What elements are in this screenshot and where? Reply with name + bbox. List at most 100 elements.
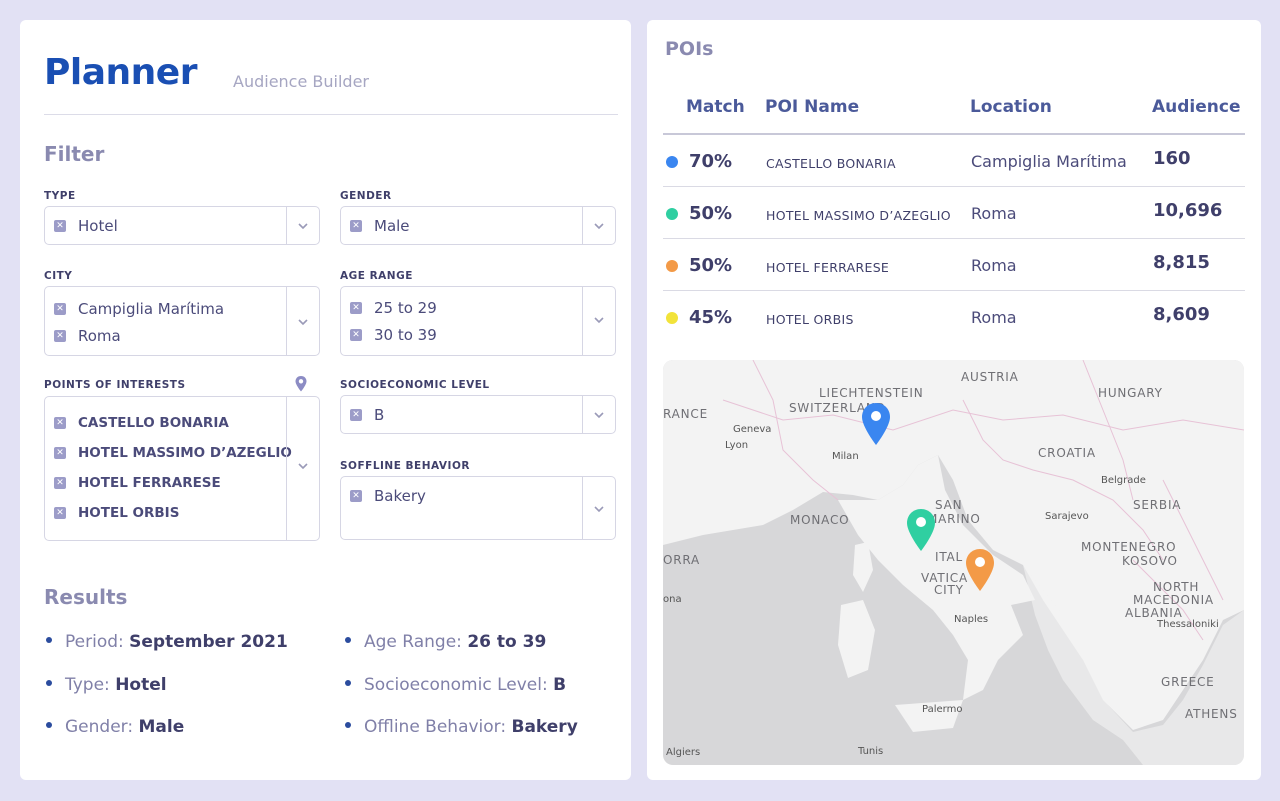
column-header-match[interactable]: Match — [686, 97, 745, 117]
match-dot — [666, 156, 678, 168]
remove-icon[interactable]: ✕ — [54, 477, 66, 489]
remove-icon[interactable]: ✕ — [350, 490, 362, 502]
socioeconomic-select[interactable]: ✕ B — [340, 395, 616, 434]
city-label: Sarajevo — [1045, 511, 1089, 522]
remove-icon[interactable]: ✕ — [54, 330, 66, 342]
poi-chip: ✕ HOTEL FERRARESE — [54, 475, 221, 491]
age-range-select[interactable]: ✕ 25 to 29 ✕ 30 to 39 — [340, 286, 616, 356]
location-pin-icon[interactable] — [294, 375, 308, 393]
city-label: Tunis — [858, 746, 884, 757]
city-chip: ✕ Roma — [54, 327, 121, 345]
map-label: ALBANIA — [1125, 606, 1183, 620]
column-header-location[interactable]: Location — [970, 97, 1052, 117]
offline-behavior-label: SOFFLINE BEHAVIOR — [340, 460, 470, 472]
offline-chip: ✕ Bakery — [350, 487, 426, 505]
header-divider — [44, 114, 618, 115]
city-chip: ✕ Campiglia Marítima — [54, 300, 224, 318]
pois-title: POIs — [665, 38, 714, 60]
map-label: ITAL — [935, 550, 964, 564]
age-range-label: AGE RANGE — [340, 270, 413, 282]
type-label: TYPE — [44, 190, 76, 202]
match-dot — [666, 208, 678, 220]
poi-chip: ✕ CASTELLO BONARIA — [54, 415, 229, 431]
socioeconomic-label: SOCIOECONOMIC LEVEL — [340, 379, 490, 391]
brand-subtitle: Audience Builder — [233, 72, 369, 91]
map-label: MONACO — [790, 513, 850, 527]
remove-icon[interactable]: ✕ — [54, 303, 66, 315]
map-label: AUSTRIA — [961, 370, 1019, 384]
result-period: Period: September 2021 — [46, 632, 288, 652]
match-dot — [666, 312, 678, 324]
chevron-down-icon[interactable] — [297, 316, 309, 328]
poi-label: POINTS OF INTERESTS — [44, 379, 186, 391]
map-label: CROATIA — [1038, 446, 1096, 460]
map-label: RANCE — [663, 407, 708, 421]
map-label: GREECE — [1161, 675, 1215, 689]
city-label: Milan — [832, 451, 859, 462]
map-label: CITY — [934, 583, 964, 597]
city-label: Algiers — [666, 747, 701, 758]
planner-panel: Planner Audience Builder Filter TYPE ✕ H… — [20, 20, 631, 780]
chevron-down-icon[interactable] — [297, 460, 309, 472]
remove-icon[interactable]: ✕ — [54, 417, 66, 429]
gender-chip: ✕ Male — [350, 217, 410, 235]
remove-icon[interactable]: ✕ — [54, 220, 66, 232]
city-label: CITY — [44, 270, 73, 282]
filter-title: Filter — [44, 142, 105, 166]
chevron-down-icon[interactable] — [297, 220, 309, 232]
pois-panel: POIs Match POI Name Location Audience 70… — [647, 20, 1261, 780]
chevron-down-icon[interactable] — [593, 220, 605, 232]
type-chip: ✕ Hotel — [54, 217, 118, 235]
remove-icon[interactable]: ✕ — [350, 302, 362, 314]
poi-map[interactable]: LIECHTENSTEIN AUSTRIA HUNGARY SWITZERLAN… — [663, 360, 1244, 765]
socioeconomic-chip: ✕ B — [350, 406, 384, 424]
result-socioeconomic: Socioeconomic Level: B — [345, 675, 566, 695]
remove-icon[interactable]: ✕ — [350, 220, 362, 232]
gender-label: GENDER — [340, 190, 392, 202]
map-label: ORRA — [663, 553, 701, 567]
column-header-poi-name[interactable]: POI Name — [765, 97, 859, 117]
results-title: Results — [44, 585, 128, 609]
map-pin-blue[interactable] — [861, 402, 891, 446]
city-label: Naples — [954, 614, 989, 625]
remove-icon[interactable]: ✕ — [54, 507, 66, 519]
map-pin-orange[interactable] — [965, 548, 995, 592]
map-label: SERBIA — [1133, 498, 1182, 512]
age-chip: ✕ 25 to 29 — [350, 299, 437, 317]
chevron-down-icon[interactable] — [593, 314, 605, 326]
city-label: Thessaloniki — [1157, 619, 1219, 630]
table-row[interactable]: 45% HOTEL ORBIS Roma 8,609 — [663, 291, 1245, 343]
result-type: Type: Hotel — [46, 675, 167, 695]
remove-icon[interactable]: ✕ — [350, 329, 362, 341]
map-label: KOSOVO — [1122, 554, 1178, 568]
result-age-range: Age Range: 26 to 39 — [345, 632, 546, 652]
remove-icon[interactable]: ✕ — [54, 447, 66, 459]
map-pin-green[interactable] — [906, 508, 936, 552]
brand-title: Planner — [44, 52, 197, 93]
map-label: ATHENS — [1185, 707, 1238, 721]
chevron-down-icon[interactable] — [593, 409, 605, 421]
remove-icon[interactable]: ✕ — [350, 409, 362, 421]
chevron-down-icon[interactable] — [593, 503, 605, 515]
result-gender: Gender: Male — [46, 717, 184, 737]
city-label: Belgrade — [1101, 475, 1146, 486]
poi-select[interactable]: ✕ CASTELLO BONARIA ✕ HOTEL MASSIMO D’AZE… — [44, 396, 320, 541]
result-offline-behavior: Offline Behavior: Bakery — [345, 717, 578, 737]
map-label: MACEDONIA — [1133, 593, 1214, 607]
table-row[interactable]: 50% HOTEL MASSIMO D’AZEGLIO Roma 10,696 — [663, 187, 1245, 239]
city-label: Lyon — [725, 440, 749, 451]
match-dot — [666, 260, 678, 272]
offline-behavior-select[interactable]: ✕ Bakery — [340, 476, 616, 540]
table-row[interactable]: 70% CASTELLO BONARIA Campiglia Marítima … — [663, 135, 1245, 187]
type-select[interactable]: ✕ Hotel — [44, 206, 320, 245]
gender-select[interactable]: ✕ Male — [340, 206, 616, 245]
city-select[interactable]: ✕ Campiglia Marítima ✕ Roma — [44, 286, 320, 356]
poi-chip: ✕ HOTEL MASSIMO D’AZEGLIO — [54, 445, 292, 461]
map-label: SAN — [935, 498, 963, 512]
poi-chip: ✕ HOTEL ORBIS — [54, 505, 179, 521]
column-header-audience[interactable]: Audience — [1152, 97, 1241, 117]
age-chip: ✕ 30 to 39 — [350, 326, 437, 344]
table-row[interactable]: 50% HOTEL FERRARESE Roma 8,815 — [663, 239, 1245, 291]
city-label: Palermo — [922, 704, 963, 715]
map-label: LIECHTENSTEIN — [819, 386, 924, 400]
